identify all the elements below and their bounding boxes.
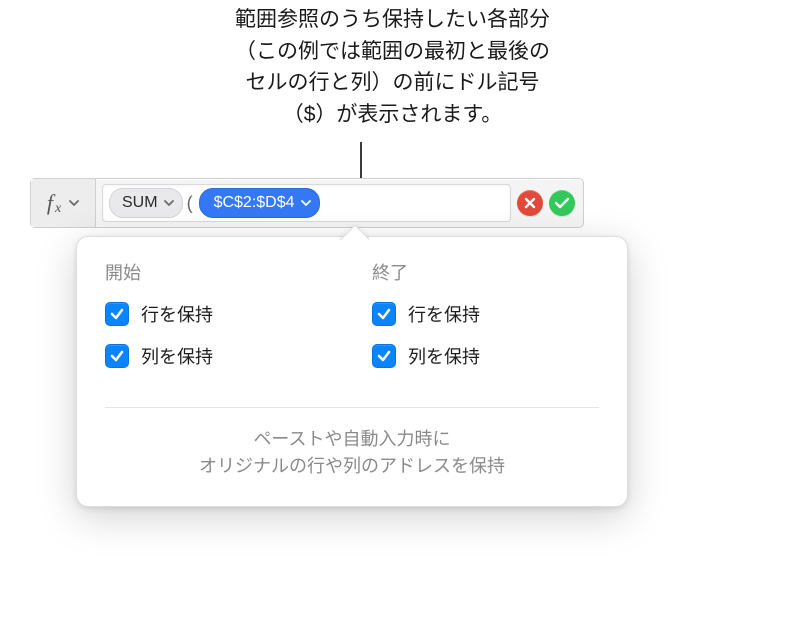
open-paren: ( — [187, 193, 193, 214]
fx-icon-sub: x — [55, 201, 61, 217]
reference-options-popover: 開始 行を保持 列を保持 終了 — [76, 236, 628, 507]
chevron-down-icon — [301, 200, 311, 206]
formula-editor-bar: fx SUM ( $C$2:$D$4 — [30, 178, 584, 228]
start-keep-col-label: 列を保持 — [141, 343, 213, 369]
start-keep-row-label: 行を保持 — [141, 301, 213, 327]
popover-arrow — [339, 224, 369, 240]
popover-footnote: ペーストや自動入力時に オリジナルの行や列のアドレスを保持 — [105, 426, 599, 480]
chevron-down-icon — [164, 200, 174, 206]
divider — [105, 407, 599, 408]
confirm-button[interactable] — [549, 190, 575, 216]
fx-dropdown[interactable]: fx — [31, 179, 96, 227]
start-title: 開始 — [105, 259, 332, 285]
callout-line: 範囲参照のうち保持したい各部分 — [235, 8, 550, 31]
formula-input[interactable]: SUM ( $C$2:$D$4 — [102, 184, 511, 222]
end-keep-row-checkbox[interactable] — [372, 302, 396, 326]
callout-line: （$）が表示されます。 — [283, 103, 503, 126]
end-keep-col-label: 列を保持 — [408, 343, 480, 369]
function-token-label: SUM — [122, 194, 158, 212]
end-column: 終了 行を保持 列を保持 — [372, 259, 599, 385]
end-title: 終了 — [372, 259, 599, 285]
end-keep-col-checkbox[interactable] — [372, 344, 396, 368]
cancel-button[interactable] — [517, 190, 543, 216]
footnote-line: オリジナルの行や列のアドレスを保持 — [199, 456, 505, 476]
fx-icon: f — [47, 192, 53, 214]
function-token[interactable]: SUM — [109, 188, 183, 218]
range-reference-label: $C$2:$D$4 — [214, 194, 295, 212]
start-column: 開始 行を保持 列を保持 — [105, 259, 332, 385]
chevron-down-icon — [69, 200, 79, 206]
close-icon — [523, 196, 537, 210]
range-reference-token[interactable]: $C$2:$D$4 — [199, 188, 320, 218]
start-keep-row-checkbox[interactable] — [105, 302, 129, 326]
footnote-line: ペーストや自動入力時に — [253, 429, 450, 449]
callout-annotation: 範囲参照のうち保持したい各部分 （この例では範囲の最初と最後の セルの行と列）の… — [178, 4, 608, 130]
start-keep-col-checkbox[interactable] — [105, 344, 129, 368]
check-icon — [554, 196, 570, 210]
callout-line: セルの行と列）の前にドル記号 — [246, 71, 540, 94]
end-keep-row-label: 行を保持 — [408, 301, 480, 327]
callout-line: （この例では範囲の最初と最後の — [235, 40, 550, 63]
